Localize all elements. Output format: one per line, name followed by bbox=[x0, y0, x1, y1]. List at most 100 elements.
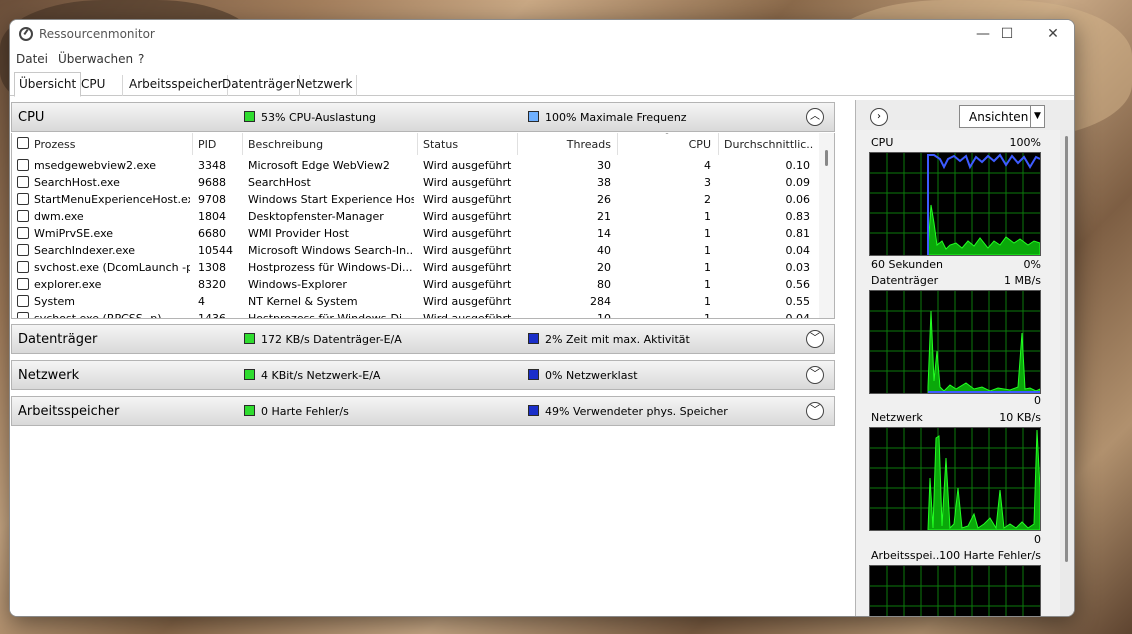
blue-swatch-icon bbox=[528, 369, 539, 380]
disk-activity-metric: 2% Zeit mit max. Aktivität bbox=[528, 333, 690, 346]
disk-graph-min: 0 bbox=[1034, 394, 1041, 407]
col-status[interactable]: Status bbox=[423, 138, 458, 151]
tab-memory[interactable]: Arbeitsspeicher bbox=[125, 75, 228, 96]
process-name: SearchIndexer.exe bbox=[34, 244, 136, 257]
col-description[interactable]: Beschreibung bbox=[248, 138, 323, 151]
row-checkbox[interactable] bbox=[17, 176, 29, 188]
tab-network[interactable]: Netzwerk bbox=[292, 75, 358, 96]
table-row[interactable]: System 4 NT Kernel & System Wird ausgeführt… bbox=[12, 293, 820, 310]
process-threads: 40 bbox=[597, 244, 611, 257]
cpu-frequency-text: 100% Maximale Frequenz bbox=[545, 111, 687, 124]
row-checkbox[interactable] bbox=[17, 210, 29, 222]
expand-chevron-icon[interactable]: ﹀ bbox=[806, 402, 824, 420]
cpu-section-header[interactable]: CPU 53% CPU-Auslastung 100% Maximale Fre… bbox=[11, 102, 835, 132]
cpu-graph bbox=[869, 152, 1041, 256]
tab-overview[interactable]: Übersicht bbox=[14, 72, 82, 97]
views-label: Ansichten bbox=[969, 110, 1029, 124]
expand-chevron-icon[interactable]: ﹀ bbox=[806, 330, 824, 348]
process-status: Wird ausgeführt bbox=[423, 227, 512, 240]
table-row[interactable]: msedgewebview2.exe 3348 Microsoft Edge Web… bbox=[12, 157, 820, 174]
graph-panel: › Ansichten ▼ CPU 100% 60 Sekunden 0% Da… bbox=[855, 100, 1074, 616]
graph-toolbar: › Ansichten ▼ bbox=[856, 100, 1074, 130]
table-row[interactable]: svchost.exe (DcomLaunch -p) 1308 Hostproze… bbox=[12, 259, 820, 276]
resource-monitor-window: Ressourcenmonitor — ☐ ✕ Datei Überwachen… bbox=[9, 19, 1075, 617]
row-checkbox[interactable] bbox=[17, 295, 29, 307]
table-scrollbar[interactable] bbox=[819, 133, 834, 318]
views-dropdown[interactable]: Ansichten ▼ bbox=[959, 105, 1045, 128]
process-avg-cpu: 0.03 bbox=[785, 261, 811, 274]
expand-chevron-icon[interactable]: ﹀ bbox=[806, 366, 824, 384]
select-all-checkbox[interactable] bbox=[17, 137, 29, 149]
tab-disk[interactable]: Datenträger bbox=[218, 75, 301, 96]
process-pid: 10544 bbox=[198, 244, 233, 257]
process-name: explorer.exe bbox=[34, 278, 102, 291]
network-load-text: 0% Netzwerklast bbox=[545, 369, 638, 382]
disk-io-text: 172 KB/s Datenträger-E/A bbox=[261, 333, 402, 346]
row-checkbox[interactable] bbox=[17, 227, 29, 239]
row-checkbox[interactable] bbox=[17, 159, 29, 171]
table-row[interactable]: explorer.exe 8320 Windows-Explorer Wird aus… bbox=[12, 276, 820, 293]
physical-memory-text: 49% Verwendeter phys. Speicher bbox=[545, 405, 728, 418]
disk-graph bbox=[869, 290, 1041, 394]
process-pid: 6680 bbox=[198, 227, 226, 240]
process-status: Wird ausgeführt bbox=[423, 261, 512, 274]
scrollbar-thumb[interactable] bbox=[825, 150, 828, 166]
process-description: Desktopfenster-Manager bbox=[248, 210, 384, 223]
close-button[interactable]: ✕ bbox=[1030, 20, 1074, 48]
graph-panel-scrollbar[interactable] bbox=[1060, 130, 1074, 616]
process-threads: 21 bbox=[597, 210, 611, 223]
table-row[interactable]: WmiPrvSE.exe 6680 WMI Provider Host Wird au… bbox=[12, 225, 820, 242]
menu-ueberwachen[interactable]: Überwachen bbox=[58, 52, 133, 66]
disk-graph-max: 1 MB/s bbox=[1004, 274, 1041, 287]
collapse-chevron-icon[interactable]: ︿ bbox=[806, 108, 824, 126]
physical-memory-metric: 49% Verwendeter phys. Speicher bbox=[528, 405, 728, 418]
network-io-text: 4 KBit/s Netzwerk-E/A bbox=[261, 369, 381, 382]
scrollbar-thumb[interactable] bbox=[1065, 136, 1068, 562]
table-row[interactable]: svchost.exe (RPCSS -p) 1436 Hostprozess fü… bbox=[12, 310, 820, 319]
table-row[interactable]: SearchIndexer.exe 10544 Microsoft Windows … bbox=[12, 242, 820, 259]
process-threads: 20 bbox=[597, 261, 611, 274]
table-row[interactable]: StartMenuExperienceHost.exe 9708 Windows S… bbox=[12, 191, 820, 208]
process-avg-cpu: 0.06 bbox=[785, 193, 811, 206]
maximize-button[interactable]: ☐ bbox=[984, 20, 1030, 48]
row-checkbox[interactable] bbox=[17, 261, 29, 273]
process-avg-cpu: 0.04 bbox=[785, 244, 811, 257]
network-graph bbox=[869, 427, 1041, 531]
green-swatch-icon bbox=[244, 111, 255, 122]
hard-faults-text: 0 Harte Fehler/s bbox=[261, 405, 349, 418]
memory-graph-block: Arbeitsspei... 100 Harte Fehler/s bbox=[869, 549, 1041, 616]
process-name: dwm.exe bbox=[34, 210, 84, 223]
process-avg-cpu: 0.10 bbox=[785, 159, 811, 172]
row-checkbox[interactable] bbox=[17, 244, 29, 256]
col-average-cpu[interactable]: Durchschnittlic... bbox=[724, 138, 814, 151]
process-pid: 3348 bbox=[198, 159, 226, 172]
process-name: WmiPrvSE.exe bbox=[34, 227, 114, 240]
resource-monitor-icon bbox=[19, 27, 33, 41]
process-status: Wird ausgeführt bbox=[423, 244, 512, 257]
process-pid: 1436 bbox=[198, 312, 226, 319]
blue-swatch-icon bbox=[528, 111, 539, 122]
menu-datei[interactable]: Datei bbox=[16, 52, 48, 66]
col-pid[interactable]: PID bbox=[198, 138, 216, 151]
process-pid: 8320 bbox=[198, 278, 226, 291]
disk-section-header[interactable]: Datenträger 172 KB/s Datenträger-E/A 2% … bbox=[11, 324, 835, 354]
memory-section-header[interactable]: Arbeitsspeicher 0 Harte Fehler/s 49% Ver… bbox=[11, 396, 835, 426]
cpu-graph-max: 100% bbox=[1009, 136, 1041, 149]
process-cpu: 1 bbox=[704, 295, 711, 308]
tab-cpu[interactable]: CPU bbox=[77, 75, 123, 96]
dropdown-arrow-icon[interactable]: ▼ bbox=[1030, 106, 1044, 127]
network-section-header[interactable]: Netzwerk 4 KBit/s Netzwerk-E/A 0% Netzwe… bbox=[11, 360, 835, 390]
col-threads[interactable]: Threads bbox=[517, 138, 611, 151]
row-checkbox[interactable] bbox=[17, 312, 29, 318]
col-process[interactable]: Prozess bbox=[34, 138, 75, 151]
table-row[interactable]: SearchHost.exe 9688 SearchHost Wird ausgefü… bbox=[12, 174, 820, 191]
table-row[interactable]: dwm.exe 1804 Desktopfenster-Manager Wird au… bbox=[12, 208, 820, 225]
cpu-frequency-metric: 100% Maximale Frequenz bbox=[528, 111, 687, 124]
menu-help[interactable]: ? bbox=[138, 52, 144, 66]
title-bar[interactable]: Ressourcenmonitor — ☐ ✕ bbox=[10, 20, 1074, 48]
row-checkbox[interactable] bbox=[17, 278, 29, 290]
green-swatch-icon bbox=[244, 333, 255, 344]
chevron-right-icon[interactable]: › bbox=[870, 108, 888, 126]
row-checkbox[interactable] bbox=[17, 193, 29, 205]
memory-graph-plot bbox=[870, 566, 1040, 616]
